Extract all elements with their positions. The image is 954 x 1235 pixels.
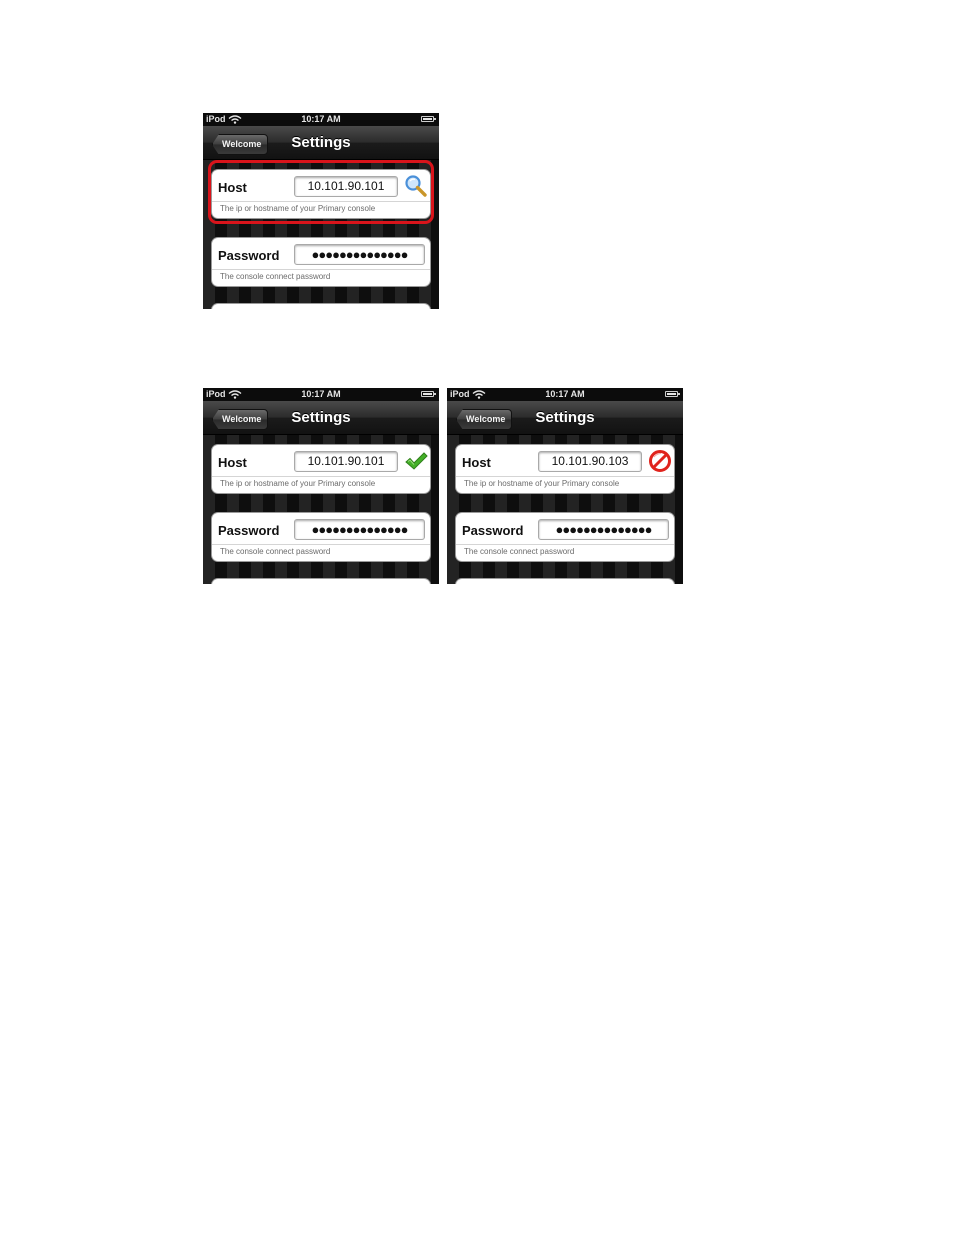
page-title: Settings xyxy=(291,409,351,426)
password-label: Password xyxy=(462,523,524,538)
password-hint: The console connect password xyxy=(220,272,331,281)
page-title: Settings xyxy=(291,134,351,151)
status-bar: iPod 10:17 AM xyxy=(447,388,683,401)
host-setting-group: Host 10.101.90.101 The ip or hostname of… xyxy=(211,169,431,219)
row-divider xyxy=(212,544,430,545)
password-label: Password xyxy=(218,248,280,263)
host-input[interactable]: 10.101.90.101 xyxy=(294,451,398,472)
next-setting-group[interactable] xyxy=(455,578,675,584)
navigation-bar: Welcome Settings xyxy=(203,126,439,160)
red-invalid-icon xyxy=(649,450,671,472)
password-label: Password xyxy=(218,523,280,538)
password-input[interactable]: ●●●●●●●●●●●●●● xyxy=(538,519,669,540)
status-time: 10:17 AM xyxy=(301,389,341,399)
settings-screen-searching: iPod 10:17 AM Welcome Settings Host 10.1… xyxy=(203,113,439,309)
host-setting-group: Host 10.101.90.101 The ip or hostname of… xyxy=(211,444,431,494)
password-input[interactable]: ●●●●●●●●●●●●●● xyxy=(294,519,425,540)
host-hint: The ip or hostname of your Primary conso… xyxy=(220,204,376,213)
host-setting-group: Host 10.101.90.103 The ip or hostname of… xyxy=(455,444,675,494)
next-setting-group[interactable] xyxy=(211,303,431,309)
host-input[interactable]: 10.101.90.103 xyxy=(538,451,642,472)
battery-icon xyxy=(421,391,436,397)
row-divider xyxy=(456,476,674,477)
page-title: Settings xyxy=(535,409,595,426)
next-setting-group[interactable] xyxy=(211,578,431,584)
battery-icon xyxy=(421,116,436,122)
search-magnifier-icon xyxy=(405,175,427,197)
battery-icon xyxy=(665,391,680,397)
row-divider xyxy=(212,476,430,477)
password-setting-group: Password ●●●●●●●●●●●●●● The console conn… xyxy=(211,237,431,287)
host-hint: The ip or hostname of your Primary conso… xyxy=(464,479,620,488)
password-setting-group: Password ●●●●●●●●●●●●●● The console conn… xyxy=(455,512,675,562)
navigation-bar: Welcome Settings xyxy=(203,401,439,435)
password-hint: The console connect password xyxy=(464,547,575,556)
status-bar: iPod 10:17 AM xyxy=(203,388,439,401)
green-checkmark-icon xyxy=(405,452,428,470)
settings-screen-valid: iPod 10:17 AM Welcome Settings Host 10.1… xyxy=(203,388,439,584)
password-hint: The console connect password xyxy=(220,547,331,556)
host-hint: The ip or hostname of your Primary conso… xyxy=(220,479,376,488)
row-divider xyxy=(212,269,430,270)
settings-screen-invalid: iPod 10:17 AM Welcome Settings Host 10.1… xyxy=(447,388,683,584)
host-label: Host xyxy=(462,455,491,470)
password-input[interactable]: ●●●●●●●●●●●●●● xyxy=(294,244,425,265)
host-input[interactable]: 10.101.90.101 xyxy=(294,176,398,197)
status-bar: iPod 10:17 AM xyxy=(203,113,439,126)
host-label: Host xyxy=(218,455,247,470)
status-time: 10:17 AM xyxy=(301,114,341,124)
password-setting-group: Password ●●●●●●●●●●●●●● The console conn… xyxy=(211,512,431,562)
navigation-bar: Welcome Settings xyxy=(447,401,683,435)
row-divider xyxy=(212,201,430,202)
row-divider xyxy=(456,544,674,545)
status-time: 10:17 AM xyxy=(545,389,585,399)
host-label: Host xyxy=(218,180,247,195)
